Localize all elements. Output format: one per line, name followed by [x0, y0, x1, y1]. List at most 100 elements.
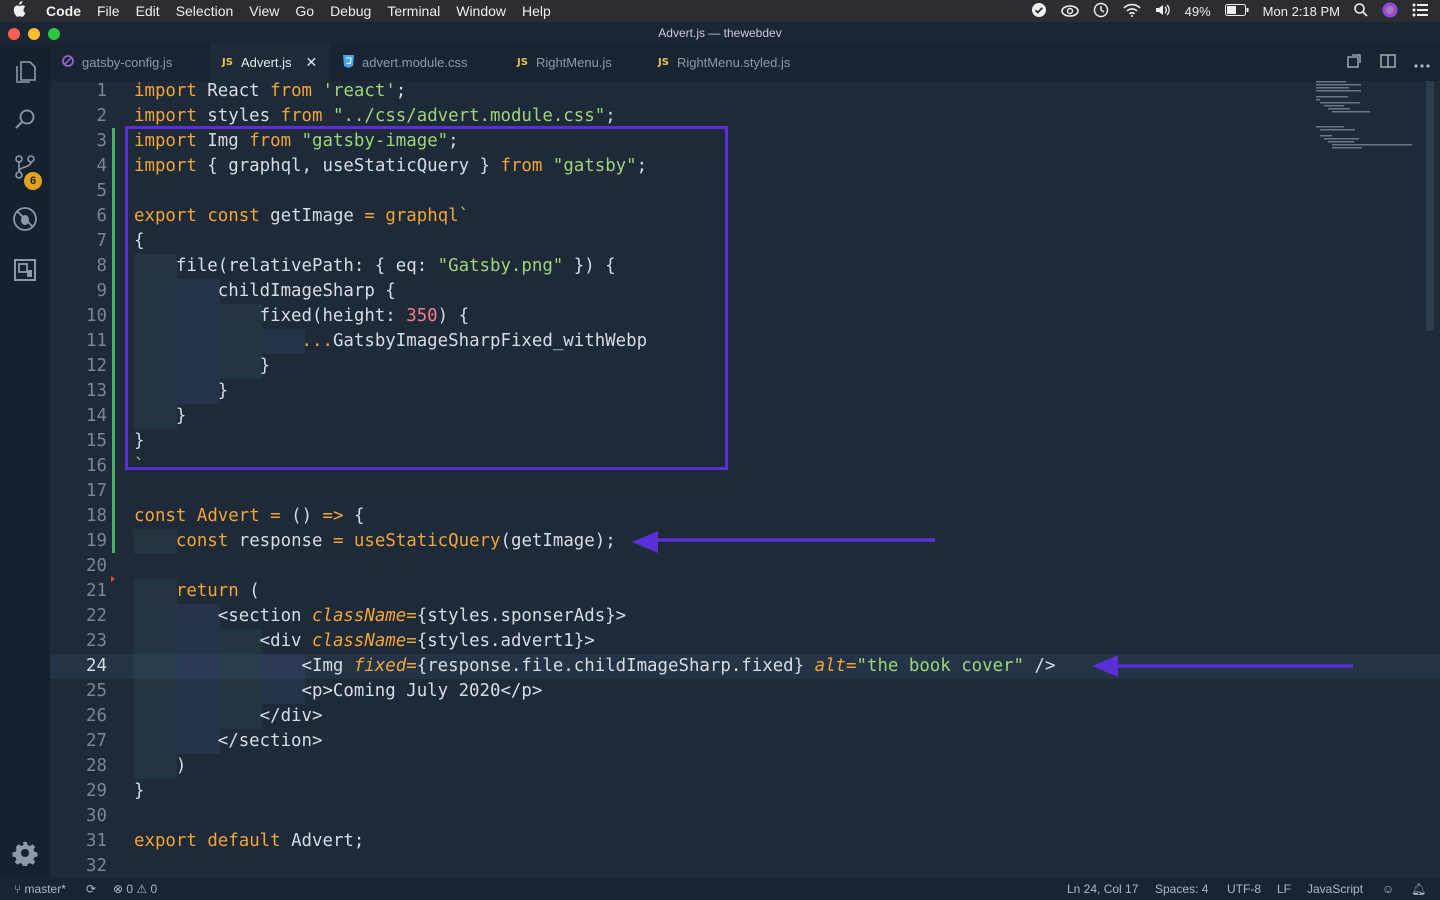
line-number[interactable]: 15 — [50, 429, 107, 454]
line-number[interactable]: 20 — [50, 554, 107, 579]
wifi-icon[interactable] — [1123, 3, 1141, 20]
line-number[interactable]: 9 — [50, 279, 107, 304]
debug-icon[interactable] — [12, 206, 38, 232]
code-line[interactable]: 22 <section className={styles.sponserAds… — [50, 604, 1440, 629]
line-number[interactable]: 16 — [50, 454, 107, 479]
eol-status[interactable]: LF — [1277, 878, 1291, 900]
code-line[interactable]: 30 — [50, 804, 1440, 829]
code-line[interactable]: 17 — [50, 479, 1440, 504]
code-line[interactable]: 26 </div> — [50, 704, 1440, 729]
line-number[interactable]: 24 — [50, 654, 107, 679]
git-branch-status[interactable]: ⑂ master* — [14, 878, 66, 900]
line-number[interactable]: 27 — [50, 729, 107, 754]
indentation-status[interactable]: Spaces: 4 — [1155, 878, 1208, 900]
line-number[interactable]: 6 — [50, 204, 107, 229]
line-number[interactable]: 28 — [50, 754, 107, 779]
window-minimize-button[interactable] — [28, 28, 40, 40]
menu-go[interactable]: Go — [287, 0, 322, 22]
line-number[interactable]: 26 — [50, 704, 107, 729]
code-line[interactable]: 32 — [50, 854, 1440, 878]
line-number[interactable]: 5 — [50, 179, 107, 204]
siri-icon[interactable] — [1382, 2, 1398, 21]
window-maximize-button[interactable] — [48, 28, 60, 40]
code-line[interactable]: 21 return ( — [50, 579, 1440, 604]
settings-gear-icon[interactable] — [12, 840, 38, 867]
minimap[interactable] — [1314, 81, 1424, 151]
battery-icon[interactable] — [1224, 3, 1249, 19]
code-line[interactable]: 23 <div className={styles.advert1}> — [50, 629, 1440, 654]
editor-scrollbar[interactable] — [1426, 81, 1434, 331]
code-line[interactable]: 1 import React from 'react'; — [50, 81, 1440, 104]
line-number[interactable]: 22 — [50, 604, 107, 629]
tab-advert-module-css[interactable]: advert.module.css — [331, 44, 505, 81]
line-number[interactable]: 12 — [50, 354, 107, 379]
cursor-position[interactable]: Ln 24, Col 17 — [1067, 878, 1138, 900]
tab-rightmenu-styled-js[interactable]: JS RightMenu.styled.js — [646, 44, 826, 81]
time-machine-icon[interactable] — [1093, 2, 1109, 21]
tab-gatsby-config[interactable]: gatsby-config.js — [50, 44, 210, 81]
line-number[interactable]: 23 — [50, 629, 107, 654]
line-number[interactable]: 8 — [50, 254, 107, 279]
line-number[interactable]: 14 — [50, 404, 107, 429]
menu-selection[interactable]: Selection — [168, 0, 242, 22]
menu-terminal[interactable]: Terminal — [379, 0, 448, 22]
volume-icon[interactable] — [1155, 3, 1171, 20]
code-line[interactable]: 28 ) — [50, 754, 1440, 779]
menu-window[interactable]: Window — [448, 0, 514, 22]
line-number[interactable]: 2 — [50, 104, 107, 129]
code-line[interactable]: 25 <p>Coming July 2020</p> — [50, 679, 1440, 704]
menu-view[interactable]: View — [241, 0, 287, 22]
feedback-smiley-icon[interactable]: ☺ — [1382, 878, 1394, 900]
code-line[interactable]: 31 export default Advert; — [50, 829, 1440, 854]
line-number[interactable]: 32 — [50, 854, 107, 878]
error-count: 0 — [126, 882, 134, 896]
line-number[interactable]: 4 — [50, 154, 107, 179]
line-number[interactable]: 25 — [50, 679, 107, 704]
menu-app-code[interactable]: Code — [38, 0, 89, 22]
apple-logo-icon[interactable] — [0, 1, 38, 21]
line-number[interactable]: 7 — [50, 229, 107, 254]
open-changes-icon[interactable] — [1346, 53, 1362, 72]
line-number[interactable]: 18 — [50, 504, 107, 529]
spotlight-search-icon[interactable] — [1354, 2, 1368, 20]
tab-rightmenu-js[interactable]: JS RightMenu.js — [505, 44, 645, 81]
line-number[interactable]: 29 — [50, 779, 107, 804]
line-number[interactable]: 21 — [50, 579, 107, 604]
line-number[interactable]: 30 — [50, 804, 107, 829]
menu-edit[interactable]: Edit — [128, 0, 168, 22]
language-mode[interactable]: JavaScript — [1307, 878, 1363, 900]
menu-file[interactable]: File — [89, 0, 128, 22]
menu-help[interactable]: Help — [514, 0, 559, 22]
window-close-button[interactable] — [8, 28, 20, 40]
more-actions-icon[interactable] — [1414, 55, 1430, 71]
notifications-bell-icon[interactable]: 🔔︎ — [1411, 878, 1426, 900]
code-line[interactable]: 18 const Advert = () => { — [50, 504, 1440, 529]
code-line[interactable]: 29} — [50, 779, 1440, 804]
creative-cloud-icon[interactable] — [1060, 3, 1079, 20]
extensions-icon[interactable] — [12, 257, 38, 283]
code-line[interactable]: 27 </section> — [50, 729, 1440, 754]
line-number[interactable]: 10 — [50, 304, 107, 329]
line-number[interactable]: 3 — [50, 129, 107, 154]
tab-advert-js[interactable]: JS Advert.js ✕ — [210, 44, 330, 81]
line-number[interactable]: 19 — [50, 529, 107, 554]
checkmark-circle-icon[interactable] — [1031, 2, 1047, 21]
code-line[interactable]: 20 — [50, 554, 1440, 579]
menu-clock[interactable]: Mon 2:18 PM — [1263, 4, 1340, 19]
split-editor-icon[interactable] — [1380, 54, 1396, 71]
search-icon[interactable] — [12, 107, 38, 133]
notification-center-icon[interactable] — [1412, 3, 1428, 20]
encoding-status[interactable]: UTF-8 — [1227, 878, 1261, 900]
line-number[interactable]: 17 — [50, 479, 107, 504]
code-token: styles — [196, 106, 281, 126]
line-number[interactable]: 1 — [50, 81, 107, 104]
line-number[interactable]: 13 — [50, 379, 107, 404]
close-icon[interactable]: ✕ — [306, 54, 318, 71]
explorer-files-icon[interactable] — [12, 58, 38, 84]
sync-icon[interactable]: ⟳ — [86, 878, 96, 900]
line-number[interactable]: 11 — [50, 329, 107, 354]
problems-status[interactable]: ⊗ 0 ⚠ 0 — [113, 878, 157, 900]
code-token: Advert — [196, 506, 260, 526]
line-number[interactable]: 31 — [50, 829, 107, 854]
menu-debug[interactable]: Debug — [322, 0, 379, 22]
